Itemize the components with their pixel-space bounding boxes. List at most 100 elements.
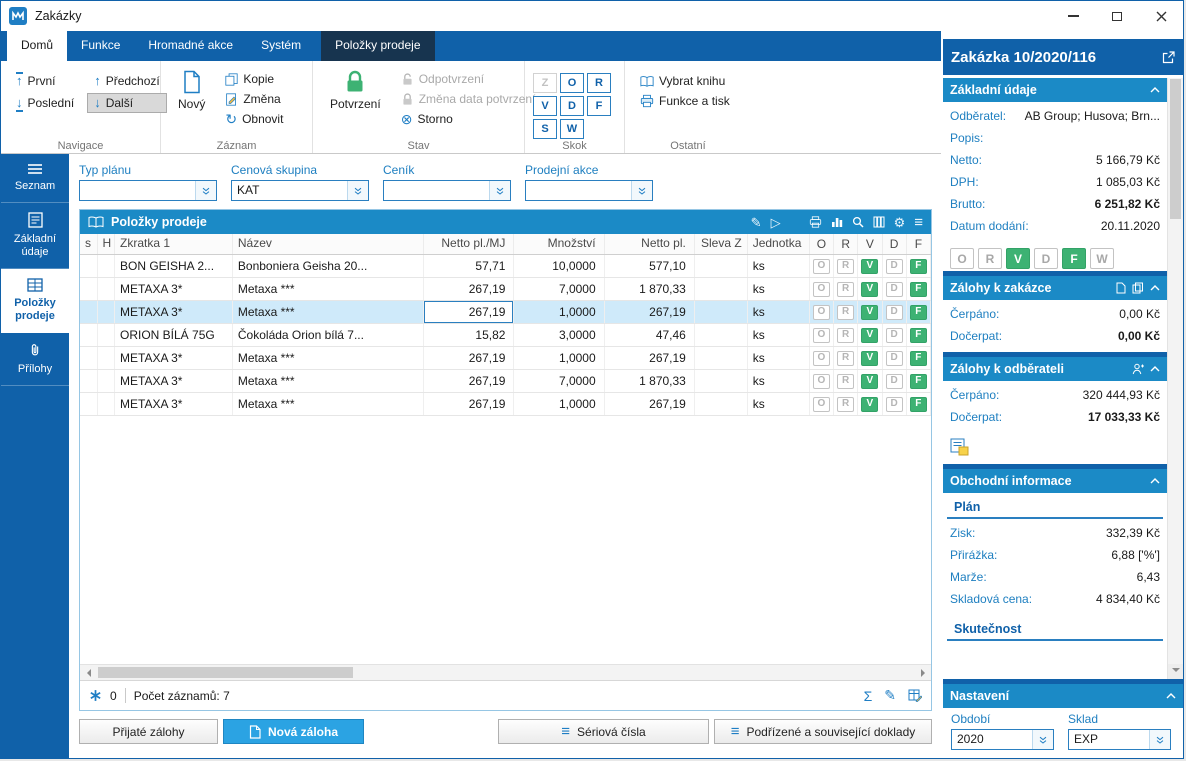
edit-icon[interactable]: ✎ (751, 216, 762, 229)
prijate-zalohy-button[interactable]: Přijaté zálohy (79, 719, 218, 744)
previous-button[interactable]: ↑ Předchozí (87, 71, 167, 91)
column-header[interactable]: Jednotka (748, 234, 810, 254)
column-header[interactable]: R (834, 234, 859, 254)
column-header[interactable]: Sleva Z (695, 234, 748, 254)
tab-domu[interactable]: Domů (7, 31, 68, 61)
column-header[interactable]: Netto pl./MJ (424, 234, 515, 254)
chevron-up-icon[interactable] (1150, 366, 1160, 372)
menu-icon[interactable]: ≡ (914, 215, 923, 230)
scroll-left-arrow[interactable] (80, 665, 96, 680)
row-flag-d[interactable]: D (885, 327, 903, 343)
column-header[interactable]: O (810, 234, 835, 254)
row-flag-d[interactable]: D (885, 281, 903, 297)
row-flag-v[interactable]: V (861, 350, 879, 366)
table-row[interactable]: METAXA 3* Metaxa *** 267,19 1,0000 267,19 ks O… (80, 393, 931, 416)
column-header[interactable]: H (98, 234, 115, 254)
skok-d-button[interactable]: D (560, 96, 584, 116)
search-icon[interactable] (852, 216, 864, 228)
page-icon[interactable] (1116, 282, 1126, 294)
table-row[interactable]: BON GEISHA 2... Bonboniera Geisha 20... 57… (80, 255, 931, 278)
row-flag-f[interactable]: F (909, 373, 927, 389)
grid-edit-icon[interactable] (908, 689, 922, 702)
row-flag-v[interactable]: V (861, 373, 879, 389)
row-flag-r[interactable]: R (837, 304, 855, 320)
status-flag-v[interactable]: V (1006, 248, 1030, 269)
status-flag-r[interactable]: R (978, 248, 1002, 269)
horizontal-scrollbar[interactable] (80, 664, 931, 680)
select-book-button[interactable]: Vybrat knihu (633, 71, 732, 91)
sidebar-item-polozky-prodeje[interactable]: Položky prodeje (1, 269, 69, 333)
sidebar-item-zakladni-udaje[interactable]: Základní údaje (1, 203, 69, 269)
status-flag-o[interactable]: O (950, 248, 974, 269)
row-flag-d[interactable]: D (885, 396, 903, 412)
column-header[interactable]: s (80, 234, 98, 254)
status-flag-f[interactable]: F (1062, 248, 1086, 269)
column-header[interactable]: D (883, 234, 907, 254)
skok-f-button[interactable]: F (587, 96, 611, 116)
nova-zaloha-button[interactable]: Nová záloha (223, 719, 364, 744)
combo-dropdown-icon[interactable] (1149, 730, 1170, 749)
row-flag-o[interactable]: O (812, 373, 830, 389)
edit-pencil-icon[interactable]: ✎ (884, 687, 896, 704)
first-button[interactable]: ↑ První (9, 71, 81, 91)
minimize-button[interactable] (1051, 1, 1095, 31)
gear-icon[interactable]: ⚙ (894, 216, 906, 229)
skok-o-button[interactable]: O (560, 73, 584, 93)
row-flag-d[interactable]: D (885, 373, 903, 389)
status-flag-d[interactable]: D (1034, 248, 1058, 269)
row-flag-r[interactable]: R (837, 396, 855, 412)
row-flag-d[interactable]: D (885, 258, 903, 274)
chart-icon[interactable] (831, 216, 843, 228)
chevron-up-icon[interactable] (1150, 478, 1160, 484)
cenova-skupina-combo[interactable]: KAT (231, 180, 369, 201)
combo-dropdown-icon[interactable] (631, 181, 652, 200)
chevron-up-icon[interactable] (1150, 87, 1160, 93)
row-flag-f[interactable]: F (909, 258, 927, 274)
last-button[interactable]: ↓ Poslední (9, 93, 81, 113)
functions-print-button[interactable]: Funkce a tisk (633, 91, 737, 111)
prodejni-akce-combo[interactable] (525, 180, 653, 201)
tab-funkce[interactable]: Funkce (67, 31, 134, 61)
row-flag-o[interactable]: O (812, 304, 830, 320)
row-flag-f[interactable]: F (909, 304, 927, 320)
print-icon[interactable] (809, 216, 822, 228)
obdobi-combo[interactable]: 2020 (951, 729, 1054, 750)
row-flag-d[interactable]: D (885, 350, 903, 366)
column-header[interactable]: Zkratka 1 (115, 234, 233, 254)
tab-polozky-prodeje[interactable]: Položky prodeje (321, 31, 435, 61)
row-flag-o[interactable]: O (812, 258, 830, 274)
column-header[interactable]: Množství (514, 234, 605, 254)
podrizene-doklady-button[interactable]: ≡ Podřízené a související doklady (714, 719, 932, 744)
scrollbar-track[interactable] (96, 665, 915, 680)
column-header[interactable]: Netto pl. (605, 234, 695, 254)
external-link-icon[interactable] (1162, 50, 1175, 64)
skok-s-button[interactable]: S (533, 119, 557, 139)
section-header-zalohy-k-odberateli[interactable]: Zálohy k odběrateli (943, 357, 1167, 381)
confirm-button[interactable]: Potvrzení (321, 65, 390, 116)
column-header[interactable]: F (907, 234, 931, 254)
tab-hromadne-akce[interactable]: Hromadné akce (134, 31, 247, 61)
change-button[interactable]: Změna (218, 89, 287, 109)
row-flag-r[interactable]: R (837, 373, 855, 389)
new-button[interactable]: Nový (169, 65, 214, 116)
section-header-zakladni-udaje[interactable]: Základní údaje (943, 78, 1167, 102)
skok-w-button[interactable]: W (560, 119, 584, 139)
sklad-combo[interactable]: EXP (1068, 729, 1171, 750)
copy-button[interactable]: Kopie (218, 69, 281, 89)
sum-icon[interactable]: Σ (864, 688, 873, 704)
scrollbar-thumb[interactable] (1170, 79, 1181, 219)
tab-system[interactable]: Systém (247, 31, 315, 61)
scroll-right-arrow[interactable] (915, 665, 931, 680)
vertical-scrollbar[interactable] (1167, 78, 1183, 679)
column-header[interactable]: Název (233, 234, 425, 254)
skok-v-button[interactable]: V (533, 96, 557, 116)
row-flag-o[interactable]: O (812, 327, 830, 343)
refresh-button[interactable]: ↻ Obnovit (218, 109, 290, 129)
row-flag-o[interactable]: O (812, 350, 830, 366)
columns-icon[interactable] (873, 216, 885, 228)
cenik-combo[interactable] (383, 180, 511, 201)
row-flag-r[interactable]: R (837, 350, 855, 366)
row-flag-f[interactable]: F (909, 281, 927, 297)
row-flag-d[interactable]: D (885, 304, 903, 320)
pages-icon[interactable] (1132, 282, 1144, 294)
